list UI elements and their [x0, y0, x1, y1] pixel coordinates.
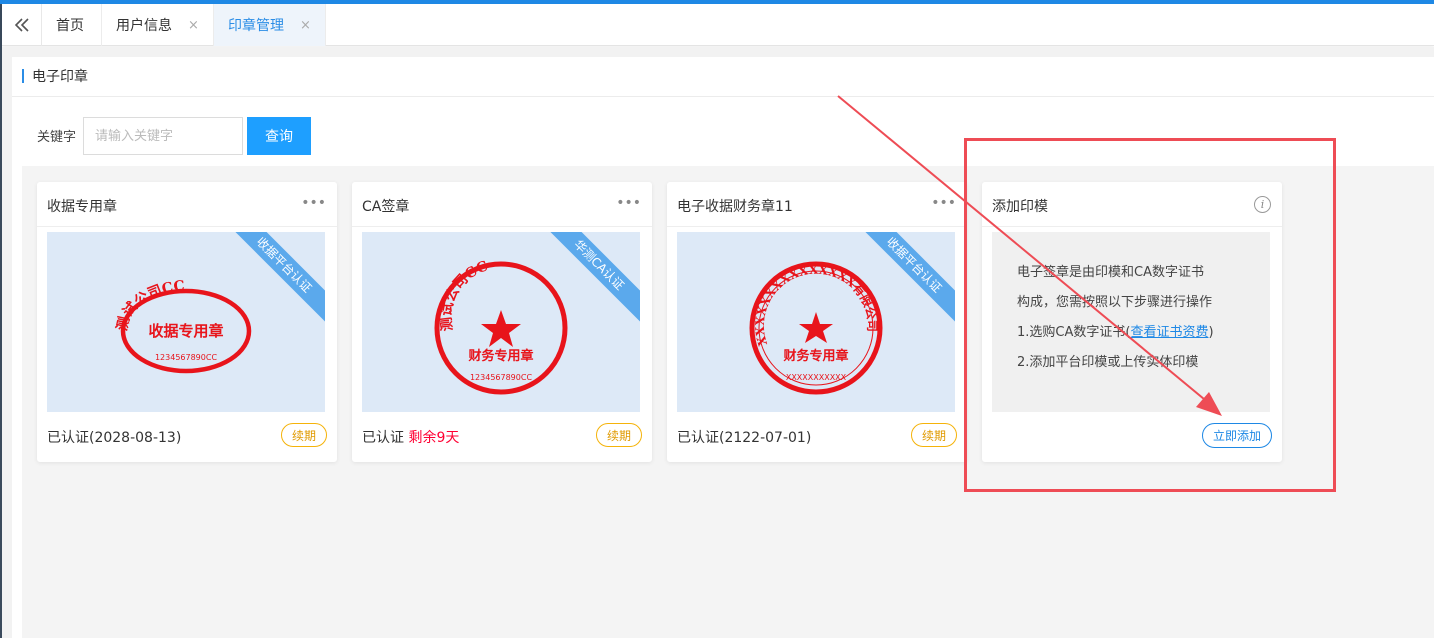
seal-star-icon: [481, 310, 521, 347]
seal-image: XXXXXXXXXXXXXXX有限公司 财务专用章 XXXXXXXXXXX 收据…: [677, 232, 955, 412]
cert-status: 已认证(2028-08-13): [47, 427, 181, 447]
separator: [2, 47, 1434, 57]
title-accent: [22, 69, 24, 83]
tab-seal-management[interactable]: 印章管理 ×: [214, 4, 326, 46]
seal-image: 测试公司CC 财务专用章 1234567890CC 华测CA认证: [362, 232, 640, 412]
close-icon[interactable]: ×: [300, 18, 311, 33]
tab-home[interactable]: 首页: [42, 4, 102, 46]
page-title: 电子印章: [32, 69, 88, 85]
divider: [37, 226, 337, 227]
panel-header: 电子印章: [12, 57, 1434, 97]
more-icon[interactable]: •••: [616, 195, 641, 211]
keyword-input[interactable]: [83, 117, 243, 155]
seal-card[interactable]: 收据专用章 ••• 测试公司CC 收据专用章 1234567890CC 收据平台…: [37, 182, 337, 462]
annotation-highlight-box: [964, 138, 1336, 492]
tab-label: 首页: [56, 18, 84, 34]
double-chevron-left-icon[interactable]: [2, 4, 42, 46]
more-icon[interactable]: •••: [301, 195, 326, 211]
status-text: 已认证: [362, 430, 404, 446]
search-button[interactable]: 查询: [247, 117, 311, 155]
renew-button[interactable]: 续期: [281, 423, 327, 447]
tab-label: 用户信息: [116, 18, 172, 34]
close-icon[interactable]: ×: [188, 18, 199, 33]
renew-button[interactable]: 续期: [911, 423, 957, 447]
divider: [667, 226, 967, 227]
cert-status: 已认证(2122-07-01): [677, 427, 811, 447]
tab-label: 印章管理: [228, 18, 284, 34]
keyword-label: 关键字: [37, 130, 77, 145]
seal-bottom-text: 1234567890CC: [155, 353, 217, 362]
seal-star-icon: [799, 312, 833, 343]
status-text: 已认证(2028-08-13): [47, 430, 182, 446]
seal-center-text: 财务专用章: [468, 348, 533, 364]
seal-center-text: 收据专用章: [148, 322, 223, 340]
seal-card[interactable]: 电子收据财务章11 ••• XXXXXXXXXXXXXXX有限公司 财务专用章 …: [667, 182, 967, 462]
left-strip: [2, 57, 12, 638]
seal-image: 测试公司CC 收据专用章 1234567890CC 收据平台认证: [47, 232, 325, 412]
expiry-warning: 剩余9天: [408, 430, 460, 446]
tab-user-info[interactable]: 用户信息 ×: [102, 4, 214, 46]
renew-button[interactable]: 续期: [596, 423, 642, 447]
seal-bottom-text: 1234567890CC: [470, 373, 532, 382]
cert-status: 已认证 剩余9天: [362, 427, 459, 447]
more-icon[interactable]: •••: [931, 195, 956, 211]
svg-text:测试公司CC: 测试公司CC: [438, 258, 491, 332]
card-title: 电子收据财务章11: [677, 199, 793, 215]
divider: [352, 226, 652, 227]
tab-bar: 首页 用户信息 × 印章管理 ×: [2, 4, 1434, 46]
seal-bottom-text: XXXXXXXXXXX: [786, 373, 847, 382]
seal-center-text: 财务专用章: [783, 348, 848, 364]
seal-card[interactable]: CA签章 ••• 测试公司CC 财务专用章 1234567890CC 华测CA认…: [352, 182, 652, 462]
card-title: 收据专用章: [47, 199, 117, 215]
status-text: 已认证(2122-07-01): [677, 430, 812, 446]
seal-top-text: 测试公司CC: [438, 258, 491, 332]
card-title: CA签章: [362, 199, 410, 215]
